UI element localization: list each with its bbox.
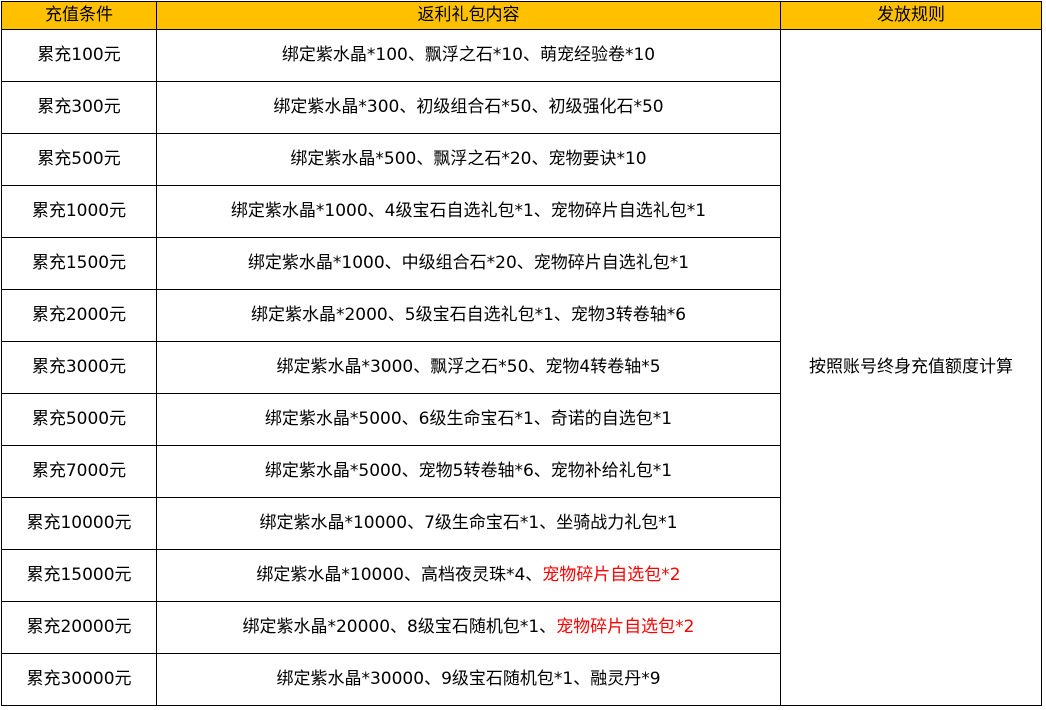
content-cell: 绑定紫水晶*3000、飘浮之石*50、宠物4转卷轴*5 bbox=[156, 341, 781, 394]
content-text: 绑定紫水晶*1000、4级宝石自选礼包*1、宠物碎片自选礼包*1 bbox=[230, 201, 707, 221]
content-cell: 绑定紫水晶*5000、6级生命宝石*1、奇诺的自选包*1 bbox=[156, 393, 781, 446]
content-cell: 绑定紫水晶*500、飘浮之石*20、宠物要诀*10 bbox=[156, 133, 781, 186]
highlight-text: 宠物碎片自选包*2 bbox=[542, 565, 681, 585]
content-text: 绑定紫水晶*5000、宠物5转卷轴*6、宠物补给礼包*1 bbox=[264, 461, 673, 481]
header-content: 返利礼包内容 bbox=[156, 1, 781, 30]
content-text: 绑定紫水晶*30000、9级宝石随机包*1、融灵丹*9 bbox=[276, 669, 661, 689]
rebate-table: 充值条件 返利礼包内容 发放规则 累充100元 绑定紫水晶*100、飘浮之石*10… bbox=[1, 1, 1042, 706]
highlight-text: 宠物碎片自选包*2 bbox=[556, 617, 695, 637]
table-header: 充值条件 返利礼包内容 发放规则 bbox=[1, 1, 1042, 30]
content-cell: 绑定紫水晶*30000、9级宝石随机包*1、融灵丹*9 bbox=[156, 653, 781, 706]
condition-cell: 累充3000元 bbox=[1, 341, 157, 394]
condition-cell: 累充30000元 bbox=[1, 653, 157, 706]
condition-cell: 累充5000元 bbox=[1, 393, 157, 446]
header-row: 充值条件 返利礼包内容 发放规则 bbox=[1, 1, 1042, 30]
header-condition: 充值条件 bbox=[1, 1, 157, 30]
content-text: 绑定紫水晶*100、飘浮之石*10、萌宠经验卷*10 bbox=[281, 45, 656, 65]
content-cell: 绑定紫水晶*100、飘浮之石*10、萌宠经验卷*10 bbox=[156, 29, 781, 82]
content-cell: 绑定紫水晶*1000、4级宝石自选礼包*1、宠物碎片自选礼包*1 bbox=[156, 185, 781, 238]
condition-cell: 累充20000元 bbox=[1, 601, 157, 654]
condition-cell: 累充500元 bbox=[1, 133, 157, 186]
content-cell: 绑定紫水晶*2000、5级宝石自选礼包*1、宠物3转卷轴*6 bbox=[156, 289, 781, 342]
content-text: 绑定紫水晶*10000、7级生命宝石*1、坐骑战力礼包*1 bbox=[259, 513, 678, 533]
content-text: 绑定紫水晶*5000、6级生命宝石*1、奇诺的自选包*1 bbox=[264, 409, 673, 429]
content-cell: 绑定紫水晶*5000、宠物5转卷轴*6、宠物补给礼包*1 bbox=[156, 445, 781, 498]
content-cell: 绑定紫水晶*1000、中级组合石*20、宠物碎片自选礼包*1 bbox=[156, 237, 781, 290]
condition-cell: 累充1000元 bbox=[1, 185, 157, 238]
table-body: 累充100元 绑定紫水晶*100、飘浮之石*10、萌宠经验卷*10 按照账号终身充值… bbox=[1, 29, 1042, 706]
content-text: 绑定紫水晶*20000、8级宝石随机包*1、 bbox=[242, 617, 557, 637]
header-rule: 发放规则 bbox=[780, 1, 1042, 30]
condition-cell: 累充15000元 bbox=[1, 549, 157, 602]
content-cell: 绑定紫水晶*300、初级组合石*50、初级强化石*50 bbox=[156, 81, 781, 134]
table-row: 累充100元 绑定紫水晶*100、飘浮之石*10、萌宠经验卷*10 按照账号终身充值… bbox=[1, 29, 1042, 706]
condition-cell: 累充7000元 bbox=[1, 445, 157, 498]
rule-cell: 按照账号终身充值额度计算 bbox=[780, 29, 1042, 706]
content-cell: 绑定紫水晶*10000、7级生命宝石*1、坐骑战力礼包*1 bbox=[156, 497, 781, 550]
content-text: 绑定紫水晶*3000、飘浮之石*50、宠物4转卷轴*5 bbox=[276, 357, 661, 377]
condition-cell: 累充2000元 bbox=[1, 289, 157, 342]
condition-cell: 累充1500元 bbox=[1, 237, 157, 290]
condition-cell: 累充10000元 bbox=[1, 497, 157, 550]
condition-cell: 累充100元 bbox=[1, 29, 157, 82]
content-cell: 绑定紫水晶*20000、8级宝石随机包*1、宠物碎片自选包*2 bbox=[156, 601, 781, 654]
content-cell: 绑定紫水晶*10000、高档夜灵珠*4、宠物碎片自选包*2 bbox=[156, 549, 781, 602]
condition-cell: 累充300元 bbox=[1, 81, 157, 134]
content-text: 绑定紫水晶*10000、高档夜灵珠*4、 bbox=[256, 565, 543, 585]
content-text: 绑定紫水晶*2000、5级宝石自选礼包*1、宠物3转卷轴*6 bbox=[250, 305, 687, 325]
content-text: 绑定紫水晶*300、初级组合石*50、初级强化石*50 bbox=[273, 97, 664, 117]
content-text: 绑定紫水晶*500、飘浮之石*20、宠物要诀*10 bbox=[290, 149, 647, 169]
content-text: 绑定紫水晶*1000、中级组合石*20、宠物碎片自选礼包*1 bbox=[247, 253, 690, 273]
